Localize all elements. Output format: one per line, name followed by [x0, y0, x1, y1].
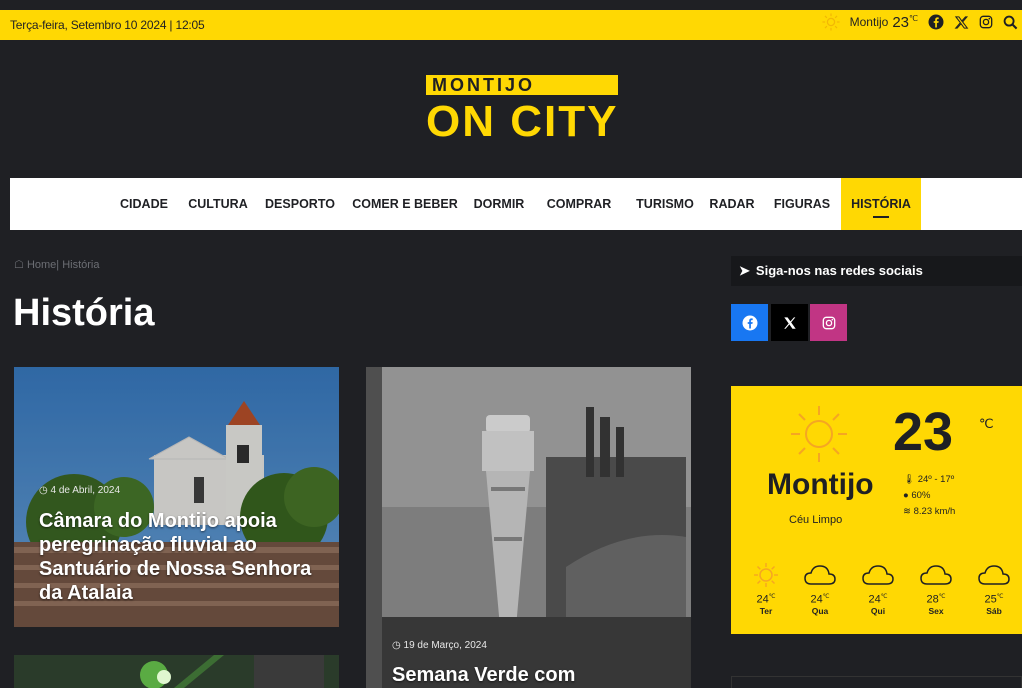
thermometer-icon: 🌡 [903, 474, 916, 485]
post-title[interactable]: Câmara do Montijo apoia peregrinação flu… [39, 509, 329, 605]
search-icon[interactable] [1003, 15, 1018, 30]
cloud-icon [920, 565, 952, 585]
home-icon: ☖ [14, 259, 24, 271]
forecast-day: 24℃ Qui [855, 562, 901, 616]
post-date: ◷ 19 de Março, 2024 [392, 640, 487, 651]
nav-radar[interactable]: RADAR [706, 178, 758, 230]
instagram-button[interactable] [810, 304, 847, 341]
site-logo[interactable]: MONTIJO ON CITY [426, 75, 620, 147]
top-temp: 23℃ [892, 13, 918, 31]
cloud-icon [862, 565, 894, 585]
weather-city: Montijo [767, 468, 874, 501]
nav-historia[interactable]: HISTÓRIA [841, 178, 921, 230]
main-nav: CIDADE CULTURA DESPORTO COMER E BEBER DO… [10, 178, 1022, 230]
sidebar-next-widget [731, 676, 1022, 688]
nav-turismo[interactable]: TURISMO [626, 178, 704, 230]
post-title[interactable]: Semana Verde com [392, 663, 682, 687]
nav-comer-e-beber[interactable]: COMER E BEBER [350, 178, 460, 230]
facebook-button[interactable] [731, 304, 768, 341]
facebook-icon [742, 315, 757, 330]
sun-icon [754, 563, 778, 587]
post-card[interactable]: ◷ 19 de Março, 2024 Semana Verde com [366, 367, 691, 688]
instagram-icon [822, 316, 835, 329]
weather-temp: 23 [893, 402, 954, 462]
post-image-concert [14, 655, 339, 688]
social-widget-title: ➤ Siga-nos nas redes sociais [731, 256, 1022, 286]
page-title: História [13, 292, 155, 334]
nav-desporto[interactable]: DESPORTO [260, 178, 340, 230]
nav-cultura[interactable]: CULTURA [182, 178, 254, 230]
forecast-day: 24℃ Ter [743, 562, 789, 616]
sun-icon [791, 406, 847, 462]
humidity-icon: ● [903, 490, 909, 501]
forecast-day: 24℃ Qua [797, 562, 843, 616]
breadcrumb: ☖ Home| História [14, 259, 100, 271]
post-card[interactable]: ◷ 4 de Abril, 2024 Câmara do Montijo apo… [14, 367, 339, 627]
wind-icon: ≋ [903, 506, 911, 517]
facebook-icon[interactable] [928, 14, 944, 30]
nav-dormir[interactable]: DORMIR [468, 178, 530, 230]
x-icon[interactable] [954, 15, 969, 30]
x-icon [783, 316, 796, 329]
sun-icon [822, 13, 840, 31]
top-bar: Terça-feira, Setembro 10 2024 | 12:05 Mo… [0, 10, 1022, 40]
top-bar-right: Montijo 23℃ [822, 13, 1018, 31]
clock-icon: ◷ [39, 485, 48, 496]
weather-widget: 23 ℃ Montijo Céu Limpo 🌡 24º - 17º ● 60%… [731, 386, 1022, 634]
logo-bottom-text: ON CITY [426, 97, 619, 146]
post-date: ◷ 4 de Abril, 2024 [39, 485, 121, 496]
cloud-icon [804, 565, 836, 585]
nav-comprar[interactable]: COMPRAR [540, 178, 618, 230]
top-city: Montijo [849, 15, 889, 29]
weather-description: Céu Limpo [789, 514, 843, 526]
nav-figuras[interactable]: FIGURAS [768, 178, 836, 230]
clock-icon: ◷ [392, 640, 401, 651]
cloud-icon [978, 565, 1010, 585]
nav-cidade[interactable]: CIDADE [110, 178, 178, 230]
weather-unit: ℃ [979, 416, 994, 431]
x-button[interactable] [771, 304, 808, 341]
weather-stats: 🌡 24º - 17º ● 60% ≋ 8.23 km/h [903, 474, 956, 517]
forecast-day: 25℃ Sáb [971, 562, 1017, 616]
logo-top-text: MONTIJO [426, 75, 618, 95]
share-icon: ➤ [739, 263, 750, 278]
breadcrumb-home[interactable]: Home [27, 259, 56, 271]
forecast-day: 28℃ Sex [913, 562, 959, 616]
date-time: Terça-feira, Setembro 10 2024 | 12:05 [10, 18, 205, 32]
instagram-icon[interactable] [979, 15, 993, 29]
post-card[interactable] [14, 655, 339, 688]
breadcrumb-current: História [62, 259, 100, 271]
